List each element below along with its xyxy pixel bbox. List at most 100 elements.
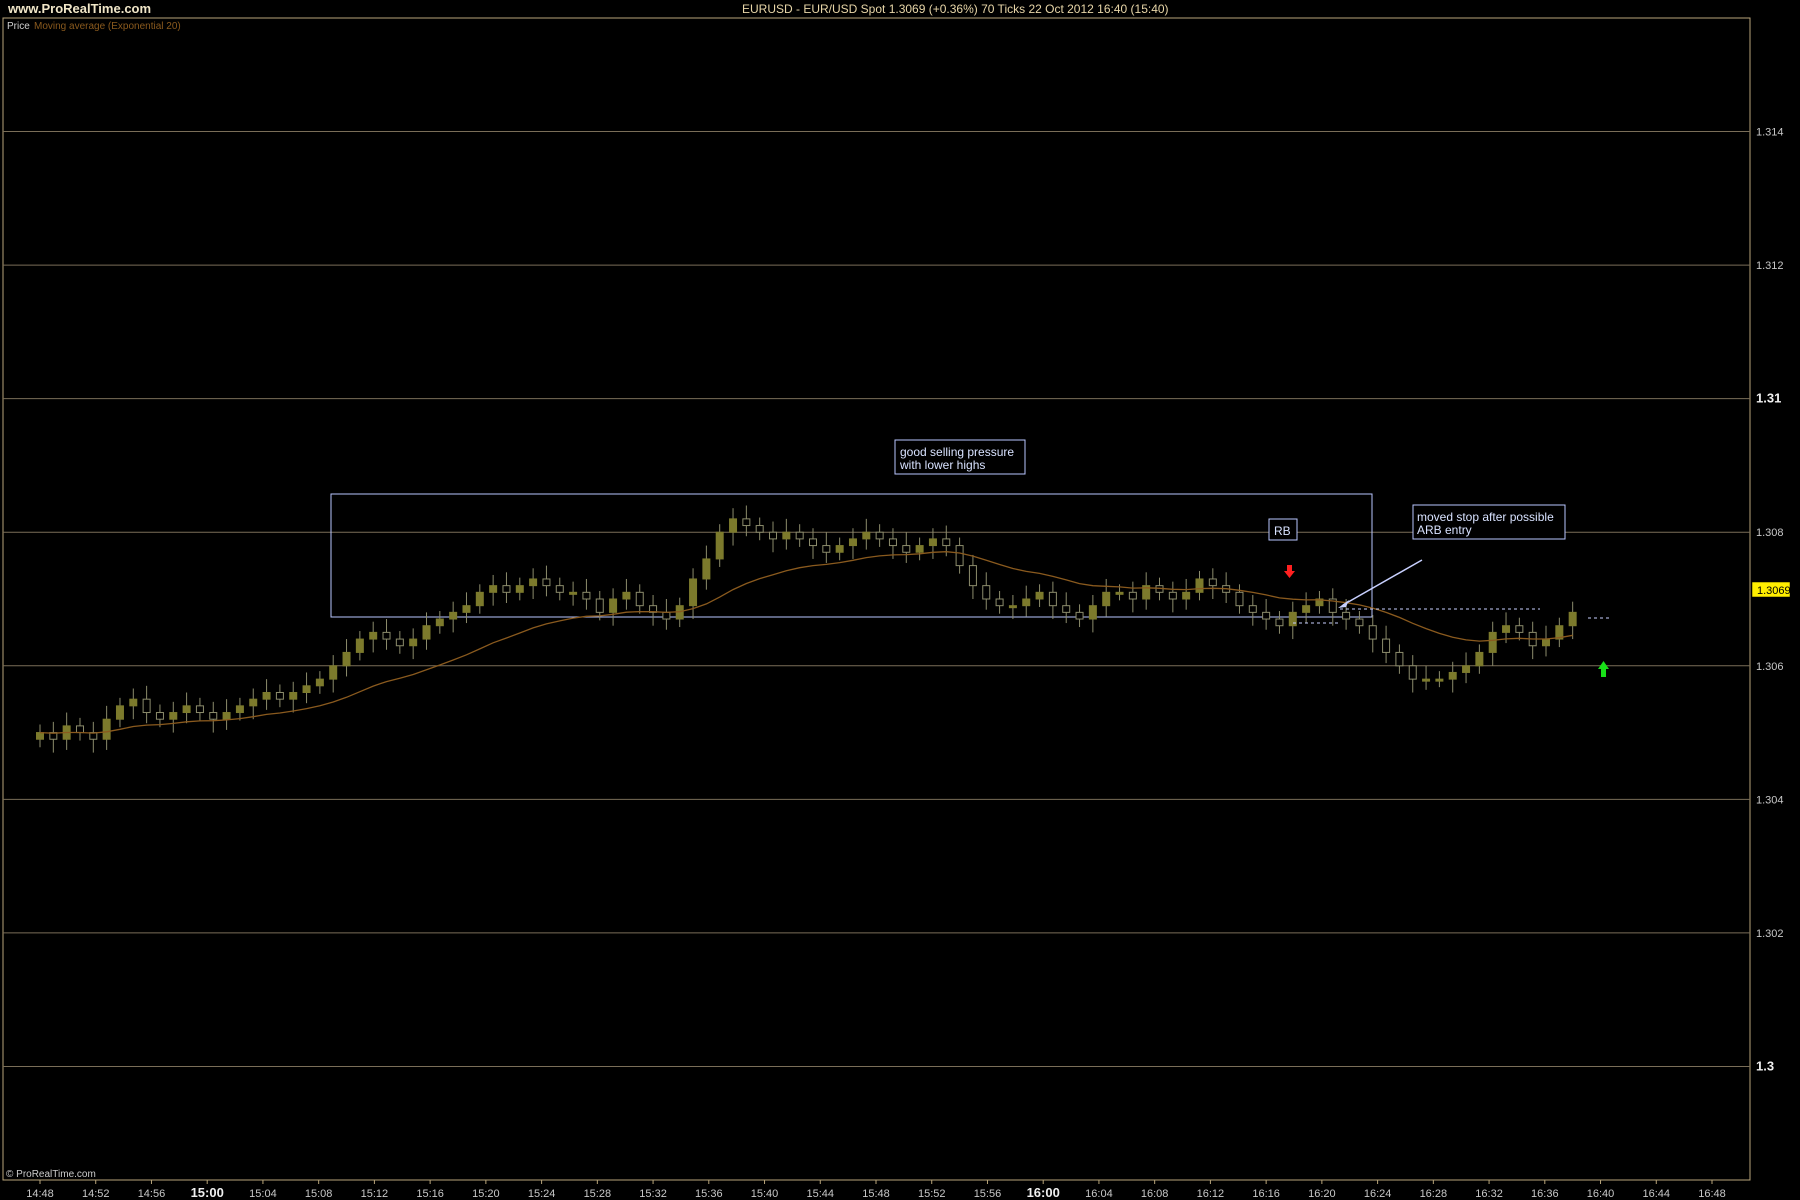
x-tick-label: 15:40 xyxy=(751,1188,779,1200)
candle xyxy=(555,585,564,593)
price-chart: www.ProRealTime.com EURUSD - EUR/USD Spo… xyxy=(2,1,1791,1200)
candle xyxy=(862,531,871,540)
candle xyxy=(1288,611,1297,627)
candle xyxy=(129,698,138,707)
range-box xyxy=(330,493,1373,618)
y-tick-label: 1.304 xyxy=(1756,794,1784,806)
candle xyxy=(169,712,178,720)
candle xyxy=(502,585,511,593)
candle xyxy=(235,705,244,714)
x-tick-label: 16:20 xyxy=(1308,1188,1336,1200)
note-moved-stop-line2: ARB entry xyxy=(1417,523,1472,537)
candle xyxy=(1475,651,1484,667)
pointer-arrow-head xyxy=(1338,600,1349,608)
site-url[interactable]: www.ProRealTime.com xyxy=(7,1,151,16)
candle xyxy=(569,591,578,595)
x-tick-label: 15:16 xyxy=(416,1188,444,1200)
candle xyxy=(635,591,644,607)
chart-title: EURUSD - EUR/USD Spot 1.3069 (+0.36%) 70… xyxy=(742,2,1169,16)
candle xyxy=(1462,665,1471,673)
buy-signal-arrow-icon xyxy=(1598,661,1609,677)
candle xyxy=(462,605,471,613)
candle xyxy=(835,545,844,553)
note-selling-pressure-line2: with lower highs xyxy=(899,458,985,472)
candle xyxy=(888,538,897,547)
candle xyxy=(1448,671,1457,680)
candle xyxy=(1422,678,1431,682)
y-tick-label: 1.314 xyxy=(1756,127,1784,139)
x-tick-label: 16:12 xyxy=(1197,1188,1225,1200)
x-tick-label: 15:00 xyxy=(191,1185,224,1200)
x-tick-label: 16:00 xyxy=(1027,1185,1060,1200)
candle xyxy=(689,578,698,607)
x-tick-label: 16:28 xyxy=(1420,1188,1448,1200)
x-tick-label: 15:44 xyxy=(807,1188,835,1200)
candle xyxy=(729,518,738,533)
last-price-badge-text: 1.3069 xyxy=(1757,585,1791,597)
candle xyxy=(222,712,231,720)
candle xyxy=(582,591,591,600)
legend-price: Price xyxy=(7,21,30,32)
candle xyxy=(355,638,364,653)
candle xyxy=(1515,625,1524,633)
candle xyxy=(1182,591,1191,600)
candle xyxy=(942,538,951,547)
candle xyxy=(329,665,338,680)
x-axis: 14:48 14:52 14:56 15:00 15:04 15:08 15:12 15:16… xyxy=(26,1180,1726,1200)
candle xyxy=(1435,678,1444,682)
candle xyxy=(315,678,324,687)
candle xyxy=(1062,605,1071,613)
y-tick-label: 1.308 xyxy=(1756,527,1784,539)
candle xyxy=(968,565,977,587)
legend-ma: Moving average (Exponential 20) xyxy=(34,21,181,32)
x-tick-label: 16:48 xyxy=(1698,1188,1726,1200)
candle xyxy=(1115,591,1124,595)
x-tick-label: 16:32 xyxy=(1475,1188,1503,1200)
candle xyxy=(1355,618,1364,627)
candle xyxy=(75,725,84,734)
candle xyxy=(369,631,378,640)
candle xyxy=(395,638,404,647)
candle xyxy=(902,545,911,553)
x-tick-label: 16:44 xyxy=(1643,1188,1671,1200)
candle xyxy=(435,618,444,627)
y-tick-label: 1.302 xyxy=(1756,928,1784,940)
x-tick-label: 15:28 xyxy=(584,1188,612,1200)
moving-average-line xyxy=(39,551,1573,734)
x-tick-label: 16:08 xyxy=(1141,1188,1169,1200)
candle xyxy=(529,578,538,587)
candle xyxy=(1395,651,1404,667)
x-tick-label: 14:56 xyxy=(138,1188,166,1200)
candle xyxy=(1262,611,1271,620)
candle xyxy=(1102,591,1111,607)
candles xyxy=(36,505,1577,753)
candle xyxy=(702,558,711,580)
candle xyxy=(542,578,551,587)
candle xyxy=(1075,611,1084,620)
candle xyxy=(848,538,857,547)
candle xyxy=(875,531,884,540)
candle xyxy=(782,531,791,540)
sell-signal-arrow-icon xyxy=(1284,565,1295,578)
candle xyxy=(1502,625,1511,633)
note-rb-text: RB xyxy=(1274,524,1291,538)
x-tick-label: 16:40 xyxy=(1587,1188,1615,1200)
candle xyxy=(289,691,298,700)
candle xyxy=(342,651,351,667)
candle xyxy=(1408,665,1417,680)
candle xyxy=(1195,578,1204,593)
candle xyxy=(1048,591,1057,607)
candle xyxy=(1275,618,1284,627)
note-selling-pressure-line1: good selling pressure xyxy=(900,445,1014,459)
candle xyxy=(1035,591,1044,600)
candle xyxy=(795,531,804,540)
candle xyxy=(409,638,418,647)
candle xyxy=(115,705,124,720)
candle xyxy=(662,611,671,620)
candle xyxy=(449,611,458,620)
candle xyxy=(422,625,431,640)
candle xyxy=(142,698,151,714)
candle xyxy=(808,538,817,547)
candle xyxy=(1128,591,1137,600)
candle xyxy=(195,705,204,714)
